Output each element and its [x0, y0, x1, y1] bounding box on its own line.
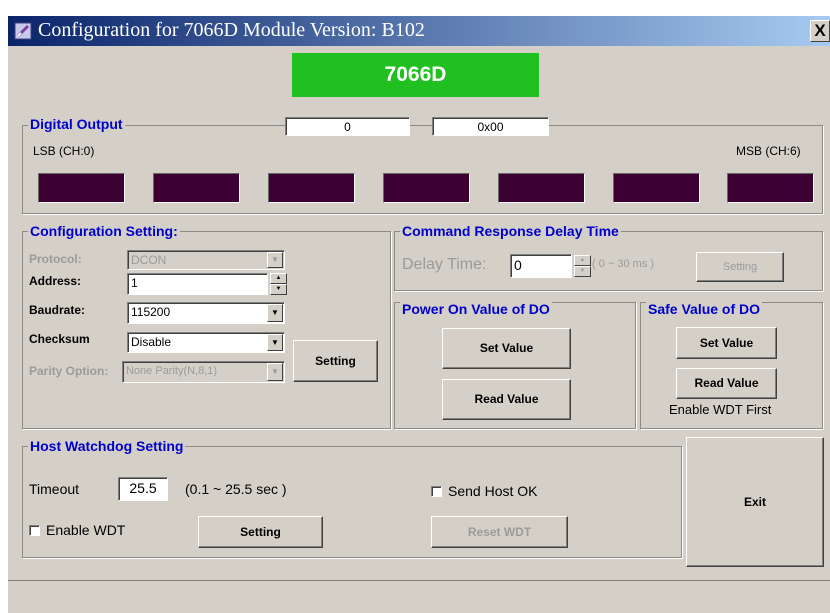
power-on-do-legend: Power On Value of DO: [400, 301, 552, 317]
do-channel-led-4[interactable]: [498, 173, 585, 203]
timeout-label: Timeout: [29, 481, 80, 497]
checksum-value: Disable: [131, 335, 172, 349]
watchdog-setting-button[interactable]: Setting: [198, 516, 323, 548]
protocol-value: DCON: [131, 253, 167, 267]
baudrate-dropdown-icon[interactable]: ▼: [267, 304, 283, 322]
close-icon[interactable]: X: [810, 20, 830, 42]
safe-do-legend: Safe Value of DO: [646, 301, 763, 317]
parity-dropdown-icon[interactable]: ▼: [267, 363, 283, 381]
power-on-read-value-button[interactable]: Read Value: [442, 379, 571, 420]
app-icon: [14, 22, 32, 40]
config-setting-legend: Configuration Setting:: [28, 223, 180, 239]
do-channel-led-2[interactable]: [268, 173, 355, 203]
window-title: Configuration for 7066D Module Version: …: [38, 19, 425, 41]
config-window: Configuration for 7066D Module Version: …: [8, 16, 830, 613]
address-spin-up-icon[interactable]: ▲: [270, 273, 287, 284]
protocol-dropdown-icon[interactable]: ▼: [267, 252, 283, 268]
status-bar: [8, 580, 830, 613]
title-bar: Configuration for 7066D Module Version: …: [8, 16, 830, 46]
baudrate-select[interactable]: 115200: [127, 302, 285, 324]
enable-wdt-first-note: Enable WDT First: [669, 402, 772, 417]
enable-wdt-checkbox[interactable]: [29, 525, 40, 536]
power-on-set-value-button[interactable]: Set Value: [442, 328, 571, 369]
parity-value: None Parity(N,8,1): [126, 365, 218, 377]
address-label: Address:: [29, 274, 82, 288]
delay-time-label: Delay Time:: [402, 256, 487, 273]
protocol-label: Protocol:: [29, 252, 82, 266]
parity-select[interactable]: None Parity(N,8,1): [122, 361, 285, 383]
safe-read-value-button[interactable]: Read Value: [676, 368, 777, 399]
enable-wdt-label[interactable]: Enable WDT: [46, 522, 125, 538]
checksum-label: Checksum: [29, 332, 90, 346]
send-host-ok-checkbox[interactable]: [431, 486, 442, 497]
protocol-select[interactable]: DCON: [127, 250, 285, 270]
address-field[interactable]: 1: [127, 273, 268, 295]
address-spin-down-icon[interactable]: ▼: [270, 284, 287, 295]
host-watchdog-group: [22, 446, 682, 558]
checksum-dropdown-icon[interactable]: ▼: [267, 334, 283, 351]
delay-spin-down-icon[interactable]: ▼: [574, 266, 591, 277]
parity-label: Parity Option:: [29, 364, 109, 378]
checksum-select[interactable]: Disable: [127, 332, 285, 353]
do-hex-field[interactable]: 0x00: [432, 117, 549, 136]
host-watchdog-legend: Host Watchdog Setting: [28, 438, 186, 454]
reset-wdt-button[interactable]: Reset WDT: [431, 516, 568, 548]
do-channel-led-6[interactable]: [727, 173, 814, 203]
msb-label: MSB (CH:6): [736, 144, 801, 158]
send-host-ok-label[interactable]: Send Host OK: [448, 483, 538, 499]
do-channel-led-1[interactable]: [153, 173, 240, 203]
do-channel-led-0[interactable]: [38, 173, 125, 203]
exit-button[interactable]: Exit: [686, 437, 824, 567]
module-name-banner: 7066D: [292, 53, 539, 97]
command-delay-legend: Command Response Delay Time: [400, 223, 621, 239]
digital-output-legend: Digital Output: [28, 116, 125, 132]
do-decimal-field[interactable]: 0: [285, 117, 410, 136]
timeout-field[interactable]: 25.5: [118, 477, 168, 501]
delay-spin-up-icon[interactable]: ▲: [574, 255, 591, 266]
baudrate-label: Baudrate:: [29, 303, 86, 317]
safe-set-value-button[interactable]: Set Value: [676, 327, 777, 359]
config-setting-button[interactable]: Setting: [293, 340, 378, 382]
delay-range-text: ( 0 ~ 30 ms ): [592, 258, 655, 270]
delay-setting-button[interactable]: Setting: [696, 252, 784, 282]
delay-time-field[interactable]: 0: [510, 254, 572, 278]
do-channel-led-5[interactable]: [613, 173, 700, 203]
do-channel-led-3[interactable]: [383, 173, 470, 203]
lsb-label: LSB (CH:0): [33, 144, 95, 158]
baudrate-value: 115200: [131, 305, 171, 319]
timeout-range-text: (0.1 ~ 25.5 sec ): [185, 481, 287, 497]
